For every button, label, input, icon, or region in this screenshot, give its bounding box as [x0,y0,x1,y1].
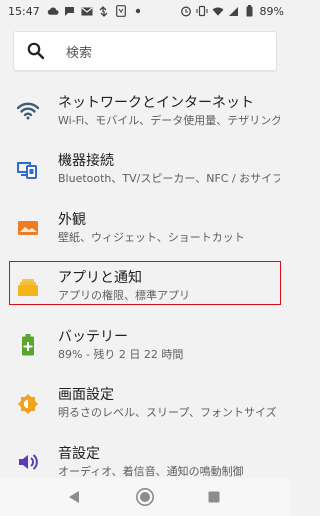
item-title: 外観 [58,211,86,228]
wallpaper-icon [16,216,40,240]
navigation-bar [0,478,290,516]
home-icon[interactable] [133,485,157,509]
settings-item-appearance[interactable]: 外観 壁紙、ウィジェット、ショートカット [0,199,290,258]
settings-item-battery[interactable]: バッテリー 89% - 残り 2 日 22 時間 [0,316,290,375]
apps-icon [16,275,40,299]
app-icon [115,5,127,17]
battery-charging-icon [16,333,40,357]
item-subtitle: Wi-Fi、モバイル、データ使用量、テザリング [58,113,280,127]
chat-bubble-icon [64,5,76,17]
swap-arrows-icon [98,5,110,17]
status-bar-right: 89% [180,5,284,18]
item-title: アプリと通知 [58,270,142,287]
dot-icon [132,5,144,17]
search-icon [26,41,46,61]
item-subtitle: 明るさのレベル、スリープ、フォントサイズ [58,406,277,420]
brightness-icon [16,392,40,416]
mail-icon [81,5,93,17]
settings-list: ネットワークとインターネット Wi-Fi、モバイル、データ使用量、テザリング 機… [0,82,290,492]
settings-item-devices[interactable]: 機器接続 Bluetooth、TV/スピーカー、NFC / おサイフケータイ [0,141,290,200]
settings-item-network[interactable]: ネットワークとインターネット Wi-Fi、モバイル、データ使用量、テザリング [0,82,290,141]
cloud-icon [47,5,59,17]
battery-icon [244,5,256,17]
item-title: ネットワークとインターネット [58,94,254,111]
battery-percent: 89% [259,4,284,18]
settings-item-display[interactable]: 画面設定 明るさのレベル、スリープ、フォントサイズ [0,375,290,434]
status-bar: 15:47 89% [0,0,290,22]
item-title: 音設定 [58,445,100,462]
item-title: バッテリー [58,328,128,345]
volume-icon [16,450,40,474]
wifi-icon [212,5,224,17]
item-subtitle: 壁紙、ウィジェット、ショートカット [58,230,245,244]
item-subtitle: Bluetooth、TV/スピーカー、NFC / おサイフケータイ [58,172,280,186]
wifi-icon [16,99,40,123]
status-bar-left: 15:47 [8,5,144,18]
item-title: 機器接続 [58,153,114,170]
signal-icon [228,5,240,17]
recents-icon[interactable] [202,485,226,509]
item-subtitle: アプリの権限、標準アプリ [58,289,190,303]
item-title: 画面設定 [58,387,114,404]
alarm-icon [180,5,192,17]
search-placeholder: 検索 [66,45,93,61]
search-bar[interactable]: 検索 [13,31,277,71]
devices-icon [16,158,40,182]
status-time: 15:47 [8,4,40,18]
item-subtitle: 89% - 残り 2 日 22 時間 [58,347,184,361]
settings-item-apps-notifications[interactable]: アプリと通知 アプリの権限、標準アプリ [0,258,290,317]
vibrate-icon [195,5,208,17]
back-icon[interactable] [62,485,86,509]
